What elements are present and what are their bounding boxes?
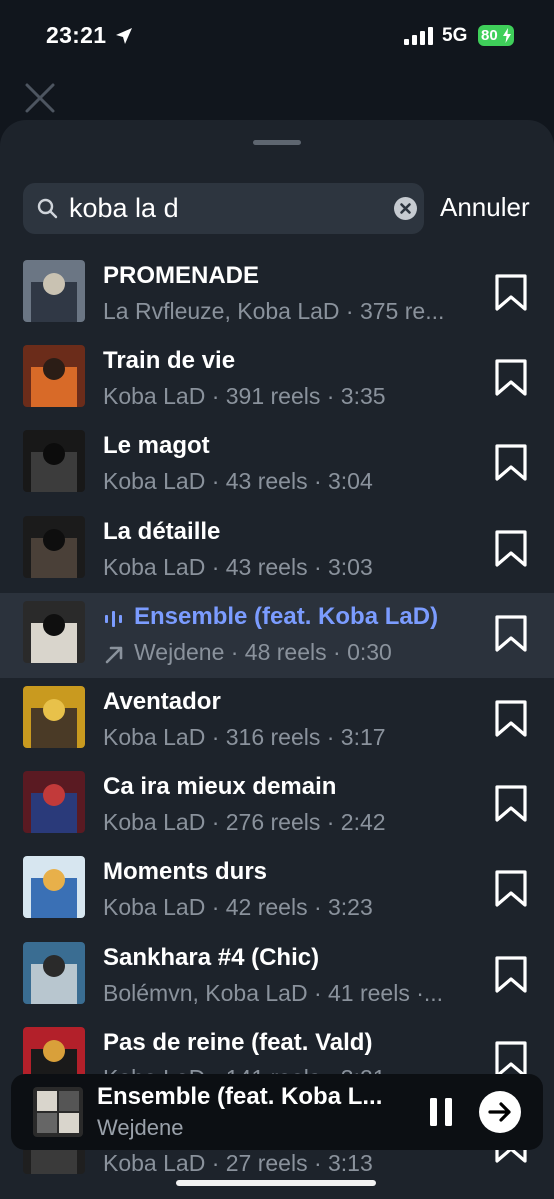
- album-cover: [23, 515, 85, 578]
- album-art-image: [23, 600, 85, 663]
- song-title: Ensemble (feat. Koba LaD): [134, 602, 439, 630]
- album-art-image: [23, 685, 85, 748]
- network-label: 5G: [442, 25, 468, 46]
- search-input[interactable]: [69, 183, 379, 234]
- mini-player[interactable]: Ensemble (feat. Koba L... Wejdene: [11, 1074, 543, 1150]
- clear-icon[interactable]: [394, 197, 417, 220]
- cancel-button[interactable]: Annuler: [440, 192, 530, 223]
- song-subtitle: Koba LaD · 316 reels · 3:17: [103, 723, 386, 750]
- song-subtitle: Koba LaD · 43 reels · 3:03: [103, 553, 373, 580]
- bookmark-icon[interactable]: [494, 615, 528, 653]
- result-row[interactable]: Le magot Koba LaD · 43 reels · 3:04: [0, 422, 554, 507]
- signal-icon: [404, 27, 433, 45]
- result-row[interactable]: Moments durs Koba LaD · 42 reels · 3:23: [0, 848, 554, 933]
- search-box[interactable]: [23, 183, 424, 234]
- result-row[interactable]: Sankhara #4 (Chic) Bolémvn, Koba LaD · 41…: [0, 934, 554, 1019]
- result-row[interactable]: La détaille Koba LaD · 43 reels · 3:03: [0, 508, 554, 593]
- song-title: PROMENADE: [103, 262, 260, 289]
- pause-icon[interactable]: [428, 1098, 454, 1126]
- song-title: Moments durs: [103, 858, 268, 886]
- bookmark-icon[interactable]: [494, 870, 528, 908]
- music-search-sheet: Annuler PROMENADE La Rvfleuze, Koba LaD ·…: [0, 120, 554, 1199]
- bookmark-icon[interactable]: [494, 359, 528, 397]
- song-title: Ca ira mieux demain: [103, 773, 337, 801]
- album-art-image: [23, 771, 85, 834]
- album-cover: [23, 685, 85, 748]
- song-title: La détaille: [103, 517, 221, 545]
- results-list: PROMENADE La Rvfleuze, Koba LaD · 375 re.…: [0, 252, 554, 1189]
- bookmark-icon[interactable]: [494, 529, 528, 568]
- album-cover: [23, 430, 85, 493]
- mini-player-title: Ensemble (feat. Koba L...: [97, 1083, 383, 1110]
- song-subtitle: Koba LaD · 391 reels · 3:35: [103, 383, 386, 410]
- album-cover: [23, 941, 85, 1004]
- song-title: Pas de reine (feat. Vald): [103, 1028, 373, 1056]
- song-subtitle: Wejdene · 48 reels · 0:30: [134, 638, 392, 665]
- album-cover: [23, 856, 85, 919]
- result-row[interactable]: Ca ira mieux demain Koba LaD · 276 reels …: [0, 763, 554, 848]
- next-button[interactable]: [479, 1091, 521, 1133]
- result-row[interactable]: Train de vie Koba LaD · 391 reels · 3:35: [0, 337, 554, 422]
- album-art-image: [23, 430, 85, 493]
- trend-arrow-icon: [105, 646, 123, 664]
- battery-indicator: 80: [478, 25, 514, 46]
- album-cover: [23, 260, 85, 322]
- song-subtitle: Bolémvn, Koba LaD · 41 reels ·...: [103, 979, 444, 1006]
- album-art-image: [23, 515, 85, 578]
- location-arrow-icon: [116, 28, 132, 44]
- result-row[interactable]: Ensemble (feat. Koba LaD) Wejdene · 48 re…: [0, 592, 554, 678]
- album-cover: [23, 600, 85, 663]
- status-time: 23:21: [46, 22, 107, 48]
- search-icon: [37, 198, 58, 219]
- result-row[interactable]: Aventador Koba LaD · 316 reels · 3:17: [0, 678, 554, 763]
- bookmark-icon[interactable]: [494, 785, 528, 823]
- song-title: Le magot: [103, 432, 210, 460]
- song-title: Train de vie: [103, 347, 236, 375]
- bookmark-icon[interactable]: [494, 955, 528, 994]
- bookmark-icon[interactable]: [494, 274, 528, 312]
- song-title: Sankhara #4 (Chic): [103, 943, 320, 971]
- next-arrow-icon: [488, 1102, 511, 1122]
- bookmark-icon[interactable]: [494, 444, 528, 482]
- song-subtitle: Koba LaD · 42 reels · 3:23: [103, 894, 373, 921]
- song-title: Aventador: [103, 687, 221, 715]
- song-subtitle: Koba LaD · 43 reels · 3:04: [103, 468, 373, 495]
- close-icon[interactable]: [24, 82, 56, 114]
- mini-player-cover: [33, 1087, 83, 1137]
- album-art-image: [23, 260, 85, 322]
- home-indicator: [176, 1180, 376, 1186]
- result-row[interactable]: PROMENADE La Rvfleuze, Koba LaD · 375 re.…: [0, 252, 554, 337]
- sheet-grabber[interactable]: [253, 140, 301, 145]
- song-subtitle: La Rvfleuze, Koba LaD · 375 re...: [103, 298, 445, 324]
- mini-player-artist: Wejdene: [97, 1115, 184, 1140]
- album-art-image: [23, 856, 85, 919]
- album-art-image: [23, 345, 85, 408]
- album-cover: [23, 771, 85, 834]
- song-subtitle: Koba LaD · 27 reels · 3:13: [103, 1149, 373, 1176]
- bookmark-icon[interactable]: [494, 700, 528, 738]
- album-art-image: [33, 1087, 83, 1137]
- status-bar: 23:21 5G 80: [0, 0, 554, 72]
- charging-bolt-icon: [503, 28, 511, 43]
- album-cover: [23, 345, 85, 408]
- album-art-image: [23, 941, 85, 1004]
- battery-level: 80: [481, 27, 498, 44]
- bookmark-icon[interactable]: [494, 1041, 528, 1079]
- song-subtitle: Koba LaD · 276 reels · 2:42: [103, 809, 386, 836]
- playing-bars-icon: [105, 610, 122, 627]
